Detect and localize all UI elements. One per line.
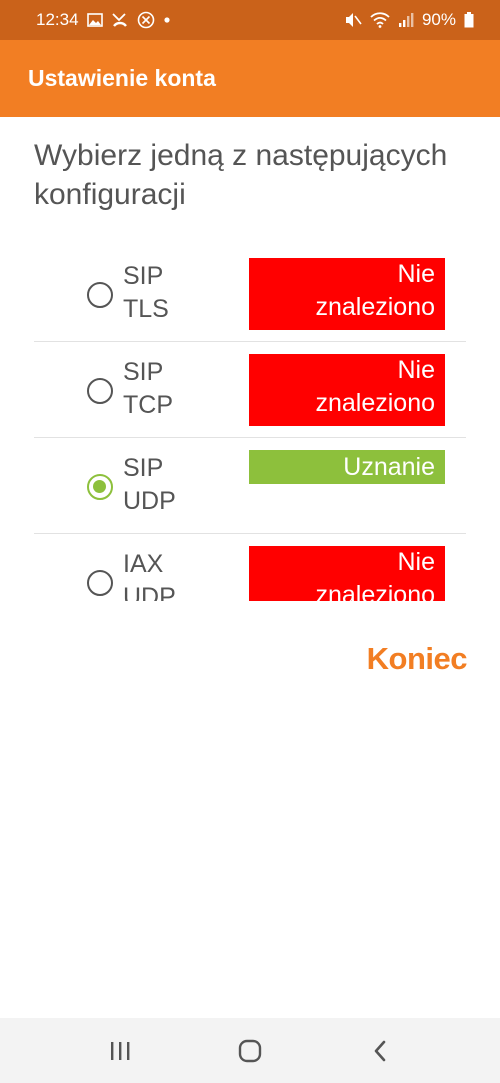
configuration-list[interactable]: SIP TLS Nie znaleziono SIP TCP Nie znale… <box>34 246 466 601</box>
protocol-label: SIP TCP <box>123 358 173 419</box>
blocked-icon <box>137 11 155 29</box>
recent-apps-icon[interactable] <box>90 1026 150 1076</box>
option-row-sip-tcp[interactable]: SIP TCP Nie znaleziono <box>34 342 466 438</box>
radio-button[interactable] <box>87 570 113 596</box>
clock: 12:34 <box>36 10 79 29</box>
status-badge: Nie znaleziono <box>249 258 445 330</box>
protocol-label: IAX UDP <box>123 550 176 601</box>
status-badge: Nie znaleziono <box>249 546 445 601</box>
protocol-label: SIP TLS <box>123 262 169 323</box>
mute-icon <box>344 12 362 28</box>
radio-selected-dot <box>93 480 106 493</box>
home-icon[interactable] <box>220 1026 280 1076</box>
option-row-sip-tls[interactable]: SIP TLS Nie znaleziono <box>34 246 466 342</box>
instruction-heading: Wybierz jedną z następujących konfigurac… <box>34 139 448 211</box>
back-icon[interactable] <box>350 1026 410 1076</box>
finish-button[interactable]: Koniec <box>367 641 468 677</box>
app-bar: Ustawienie konta <box>0 40 500 117</box>
option-row-sip-udp[interactable]: SIP UDP Uznanie <box>34 438 466 534</box>
signal-icon <box>398 12 414 28</box>
dot-icon <box>163 16 171 24</box>
gallery-icon <box>86 13 103 27</box>
radio-button-selected[interactable] <box>87 474 113 500</box>
missed-call-icon <box>111 12 129 28</box>
radio-button[interactable] <box>87 378 113 404</box>
wifi-icon <box>370 12 390 28</box>
page-title: Ustawienie konta <box>28 65 216 91</box>
status-bar-right: 90% <box>344 10 474 30</box>
navigation-bar <box>0 1018 500 1083</box>
radio-button[interactable] <box>87 282 113 308</box>
status-badge: Nie znaleziono <box>249 354 445 426</box>
battery-icon <box>464 12 474 28</box>
status-bar-left: 12:34 <box>36 10 171 30</box>
status-bar: 12:34 90% <box>0 0 500 40</box>
status-badge: Uznanie <box>249 450 445 484</box>
battery-level: 90% <box>421 10 456 29</box>
option-row-iax-udp[interactable]: IAX UDP Nie znaleziono <box>34 534 466 601</box>
protocol-label: SIP UDP <box>123 454 176 515</box>
